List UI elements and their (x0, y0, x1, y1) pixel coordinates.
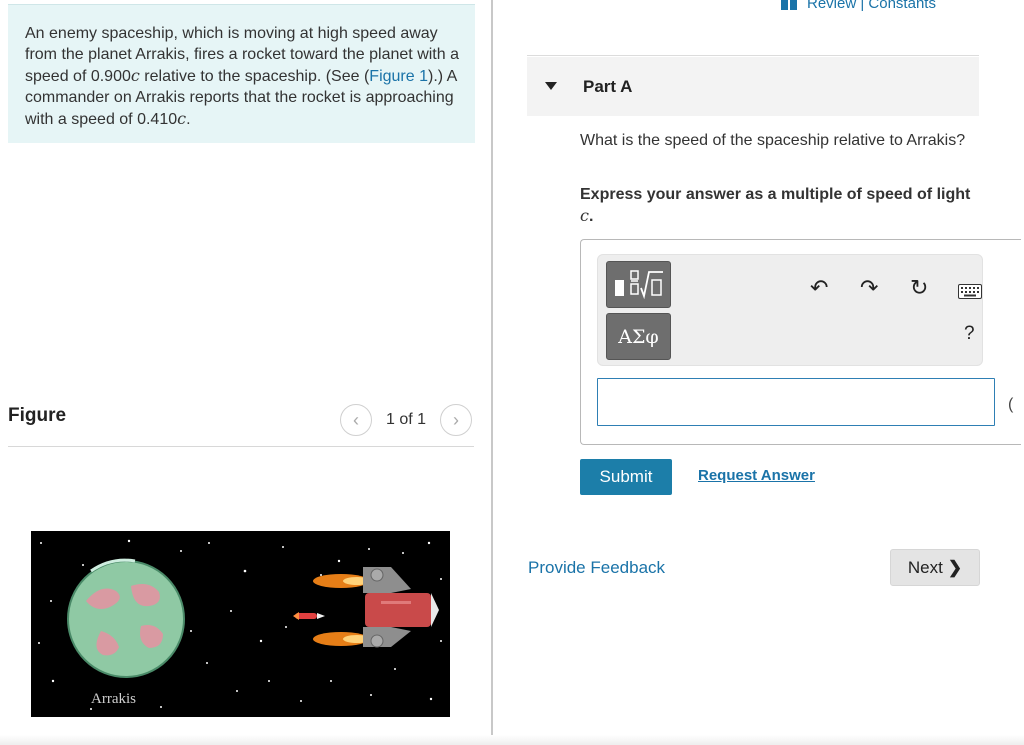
book-icon (781, 0, 797, 10)
reset-icon[interactable]: ↻ (910, 275, 928, 301)
side-glyph: ( (1008, 396, 1014, 413)
space-scene-illustration: Arrakis (31, 531, 450, 717)
next-button[interactable]: Next ❯ (890, 549, 980, 586)
figure-prev-button[interactable]: ‹ (340, 404, 372, 436)
part-title: Part A (583, 77, 633, 96)
answer-input[interactable] (597, 378, 995, 426)
greek-symbols-button[interactable]: ΑΣφ (606, 313, 671, 360)
figure-image: Arrakis (31, 531, 450, 717)
bottom-shade (0, 735, 1024, 745)
question-text: What is the speed of the spaceship relat… (580, 132, 966, 149)
planet-label: Arrakis (91, 691, 136, 707)
figure-divider (8, 446, 474, 447)
header-divider (527, 55, 979, 56)
figure-next-button[interactable]: › (440, 404, 473, 436)
math-toolbar: ΑΣφ ↶ ↷ ↻ ? (597, 254, 983, 366)
figure-title: Figure (8, 405, 67, 426)
undo-icon[interactable]: ↶ (810, 275, 828, 301)
help-button[interactable]: ? (964, 323, 975, 345)
figure-counter: 1 of 1 (386, 411, 427, 428)
provide-feedback-link[interactable]: Provide Feedback (528, 558, 665, 578)
submit-button[interactable]: Submit (580, 459, 672, 495)
review-constants-link[interactable]: Review | Constants (781, 0, 936, 12)
chevron-left-icon: ‹ (353, 409, 359, 430)
request-answer-link[interactable]: Request Answer (698, 467, 815, 484)
instruction-text: Express your answer as a multiple of spe… (580, 186, 971, 225)
math-template-button[interactable] (606, 261, 671, 308)
part-a-header[interactable]: Part A (527, 57, 979, 116)
problem-text: An enemy spaceship, which is moving at h… (25, 25, 459, 128)
chevron-right-icon: › (453, 409, 460, 430)
panel-divider (491, 0, 493, 745)
problem-statement-box: An enemy spaceship, which is moving at h… (8, 4, 475, 143)
keyboard-icon[interactable] (958, 279, 982, 305)
figure-link[interactable]: Figure 1 (369, 68, 428, 85)
caret-down-icon (545, 82, 557, 90)
redo-icon[interactable]: ↷ (860, 275, 878, 301)
math-template-icon (614, 269, 663, 299)
figure-nav: ‹ 1 of 1 › (340, 404, 473, 436)
chevron-right-icon: ❯ (947, 557, 963, 577)
answer-panel: ΑΣφ ↶ ↷ ↻ ? (580, 239, 1021, 445)
